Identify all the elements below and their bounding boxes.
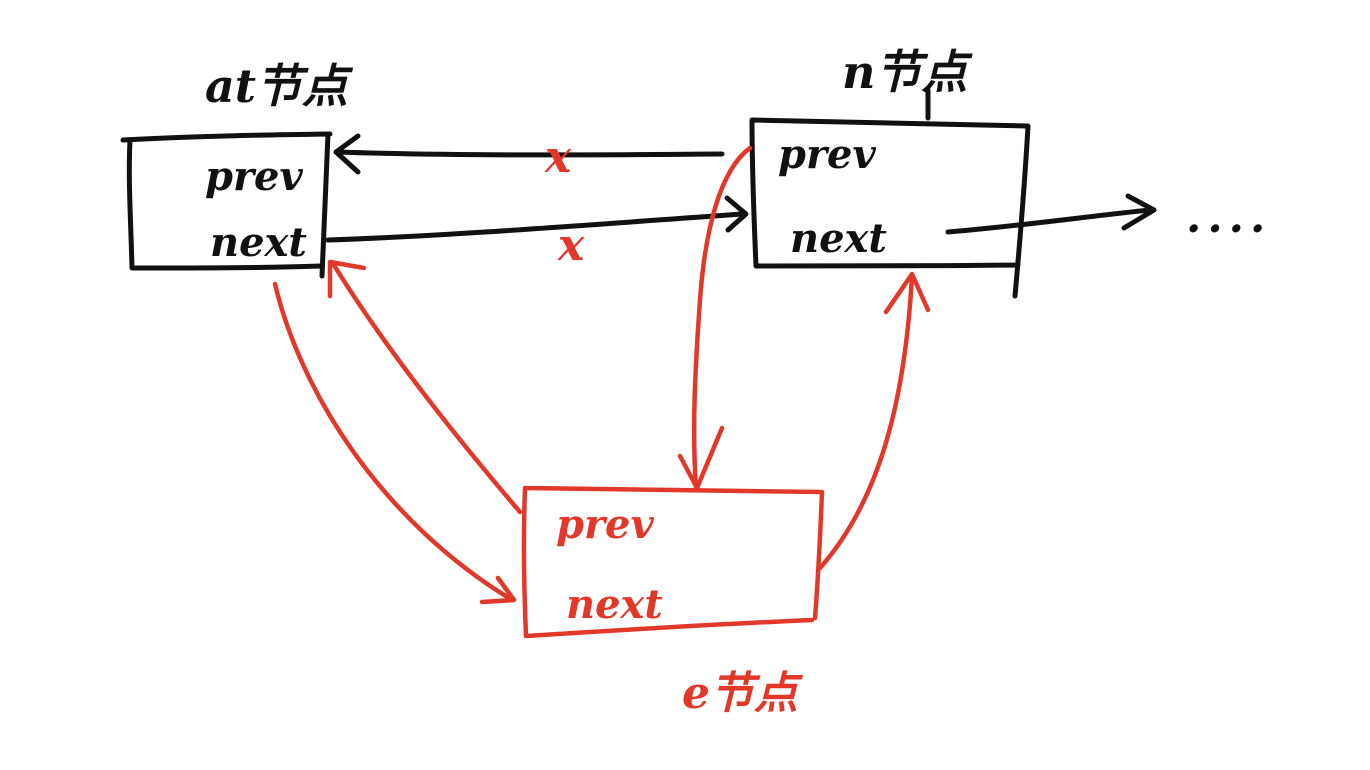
new-link-e-next-to-n <box>817 271 931 571</box>
removed-mark-prev: x <box>544 132 572 183</box>
n-next-link: .... <box>945 192 1271 243</box>
new-link-at-next-to-e <box>272 281 517 605</box>
node-e-next-label: next <box>566 581 663 628</box>
new-link-e-prev-to-at <box>327 259 523 515</box>
node-n-next-label: next <box>790 215 887 262</box>
node-e: prev next e节点 <box>521 485 825 719</box>
continuation-ellipsis: .... <box>1186 192 1271 243</box>
node-n: n节点 prev next <box>749 45 1031 299</box>
node-at-prev-label: prev <box>205 153 303 200</box>
node-n-prev-label: prev <box>778 131 876 178</box>
new-link-n-prev-to-e <box>677 145 753 491</box>
node-n-title: n节点 <box>842 45 973 99</box>
node-at-next-label: next <box>210 219 307 266</box>
linked-list-insert-diagram: at节点 prev next n节点 prev next .... x x pr… <box>120 45 1271 719</box>
old-link-prev <box>333 133 725 175</box>
node-e-prev-label: prev <box>556 501 654 548</box>
node-at-title: at节点 <box>205 59 354 113</box>
node-at: at节点 prev next <box>120 59 354 279</box>
arrowhead-n-next <box>883 271 931 315</box>
node-e-title: e节点 <box>682 668 804 719</box>
arrowhead-e-top <box>677 425 725 491</box>
old-link-next <box>325 195 749 243</box>
removed-mark-next: x <box>557 220 585 271</box>
